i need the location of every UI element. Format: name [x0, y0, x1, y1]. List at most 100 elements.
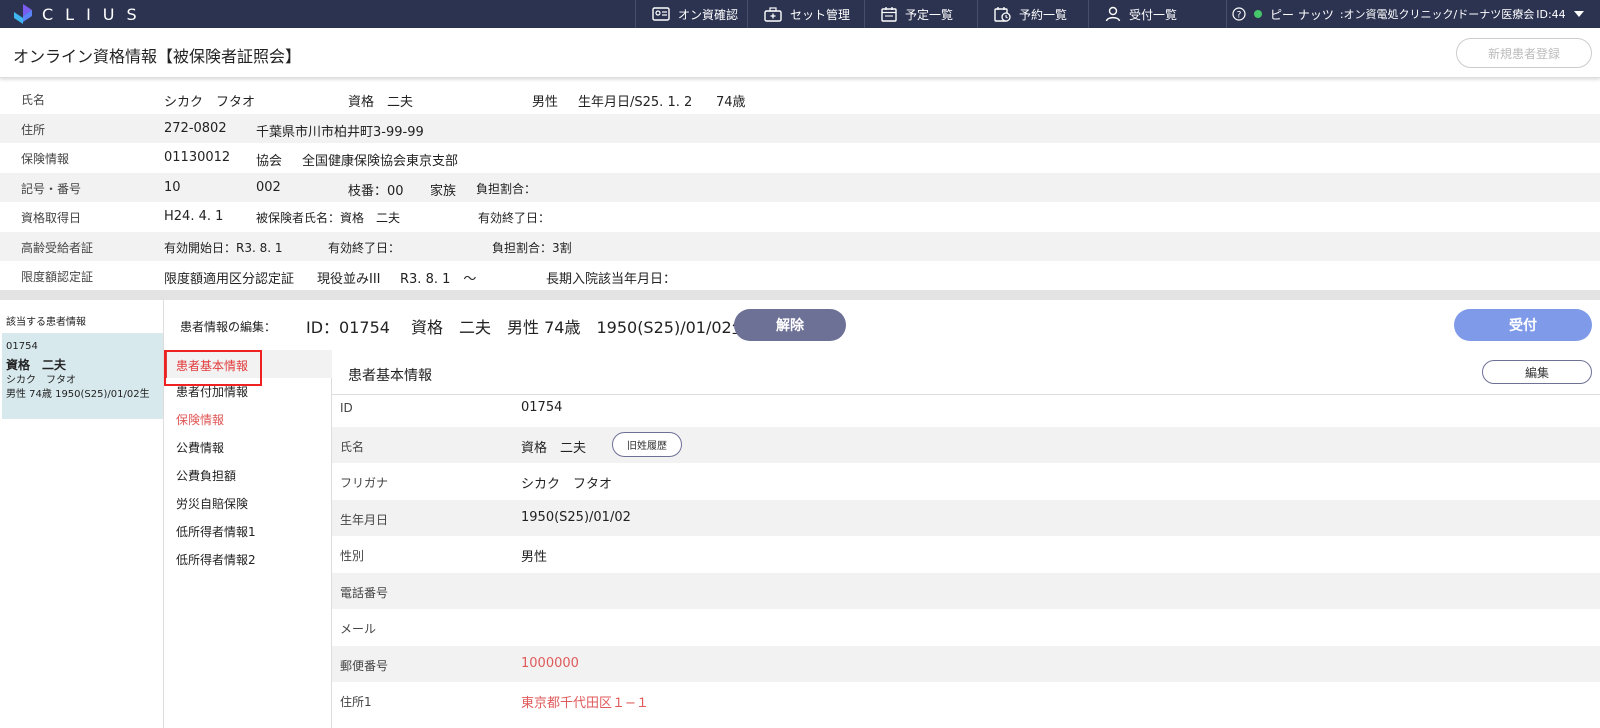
id-card-icon [652, 7, 670, 21]
nav-set-management-label: セット管理 [790, 7, 851, 22]
app-logo[interactable]: CLIUS [14, 4, 149, 24]
nav-set-management[interactable]: セット管理 [747, 0, 864, 28]
detail-value: 東京都千代田区１−１ [521, 696, 649, 711]
nav-reception-list-label: 受付一覧 [1129, 7, 1178, 22]
detail-row-mail: メール [332, 609, 1600, 646]
detail-row-id: ID 01754 [332, 390, 1600, 427]
info-relation: 家族 [430, 183, 457, 199]
info-elderly-start: 有効開始日：R3. 8. 1 [164, 240, 283, 255]
detail-key: 郵便番号 [340, 658, 389, 673]
old-name-history-button[interactable]: 旧姓履歴 [612, 431, 682, 457]
submenu-insurance-info[interactable]: 保険情報 [176, 411, 224, 428]
info-number: 002 [256, 179, 281, 195]
title-bar: オンライン資格情報【被保険者証照会】 新規患者登録 [0, 28, 1600, 78]
section-divider [0, 290, 1600, 300]
info-branch: 枝番：00 [348, 183, 404, 199]
submenu-public-burden[interactable]: 公費負担額 [176, 467, 236, 484]
detail-row-kana: フリガナ シカク フタオ [332, 463, 1600, 500]
info-valid-end: 有効終了日： [478, 211, 551, 225]
detail-value: 01754 [521, 400, 563, 415]
detail-key: 住所1 [340, 695, 372, 709]
patient-submenu: 患者基本情報 患者付加情報 保険情報 公費情報 公費負担額 労災自賠保険 低所得… [164, 350, 332, 728]
info-insurer-type: 協会 [256, 154, 283, 169]
edit-patient-summary: ID：01754 資格 二夫 男性 74歳 1950(S25)/01/02生 [306, 318, 748, 337]
nav-reception-list[interactable]: 受付一覧 [1088, 0, 1226, 28]
user-id: ID:44 [1536, 7, 1566, 21]
online-info-table: 氏名 シカク フタオ 資格 二夫 男性 生年月日/S25. 1. 2 74歳 住… [0, 84, 1600, 291]
info-label-acquired: 資格取得日 [21, 211, 82, 225]
info-row-name: 氏名 シカク フタオ 資格 二夫 男性 生年月日/S25. 1. 2 74歳 [0, 84, 1600, 114]
detail-key: 生年月日 [340, 512, 389, 527]
chevron-down-icon[interactable] [1573, 11, 1584, 17]
help-button[interactable]: ? [1226, 0, 1250, 28]
submenu-workers-comp[interactable]: 労災自賠保険 [176, 495, 248, 512]
detail-value: 資格 二夫 [521, 440, 587, 456]
info-row-elderly: 高齢受給者証 有効開始日：R3. 8. 1 有効終了日： 負担割合：3割 [0, 231, 1600, 261]
info-row-insurance: 保険情報 01130012 協会 全国健康保険協会東京支部 [0, 143, 1600, 173]
edit-button[interactable]: 編集 [1482, 360, 1592, 384]
detail-value: 1950(S25)/01/02 [521, 509, 631, 525]
patient-basic-info-panel: 患者基本情報 編集 ID 01754 氏名 資格 二夫 旧姓履歴 フリガナ シカ… [332, 350, 1600, 728]
user-menu[interactable]: ピー ナッツ :オン資電処クリニック/ドーナツ医療会 ID:44 [1250, 0, 1584, 28]
patient-card-id: 01754 [6, 341, 38, 352]
patient-card-desc: 男性 74歳 1950(S25)/01/02生 [6, 389, 150, 400]
user-org: :オン資電処クリニック/ドーナツ医療会 [1339, 8, 1535, 21]
info-row-symbol: 記号・番号 10 002 枝番：00 家族 負担割合： [0, 172, 1600, 202]
user-name: ピー ナッツ [1270, 7, 1334, 22]
info-acquired-date: H24. 4. 1 [164, 209, 224, 224]
info-kana: シカク フタオ [164, 95, 256, 110]
detail-title: 患者基本情報 [348, 368, 432, 384]
submenu-low-income-1[interactable]: 低所得者情報1 [176, 523, 256, 540]
user-icon [1105, 6, 1121, 22]
matching-patients-panel: 該当する患者情報 01754 資格 二夫 シカク フタオ 男性 74歳 1950… [0, 300, 164, 728]
detail-header: 患者基本情報 編集 [332, 350, 1600, 395]
info-burden: 負担割合： [476, 181, 537, 196]
patient-card-kana: シカク フタオ [6, 375, 76, 386]
detail-key: 電話番号 [340, 585, 389, 600]
detail-row-name: 氏名 資格 二夫 旧姓履歴 [332, 426, 1600, 463]
detail-row-phone: 電話番号 [332, 572, 1600, 609]
detail-key: 氏名 [340, 439, 365, 454]
page-title: オンライン資格情報【被保険者証照会】 [13, 47, 302, 66]
briefcase-icon [764, 6, 782, 22]
info-long-stay: 長期入院該当年月日： [546, 272, 677, 287]
info-symbol: 10 [164, 179, 181, 195]
highlight-box [164, 350, 262, 386]
info-label-name: 氏名 [21, 93, 46, 107]
info-age: 74歳 [716, 95, 746, 110]
info-limit-cert: 限度額適用区分認定証 [164, 272, 295, 287]
nav-online-check[interactable]: オン資確認 [635, 0, 747, 28]
nav-schedule-list[interactable]: 予定一覧 [864, 0, 977, 28]
nav-reservation-list[interactable]: 予約一覧 [977, 0, 1088, 28]
help-symbol: ? [1236, 11, 1241, 21]
info-label-address: 住所 [21, 122, 46, 137]
info-address: 千葉県市川市柏井町3-99-99 [256, 124, 424, 140]
info-label-insurance: 保険情報 [21, 152, 70, 166]
matching-patients-header: 該当する患者情報 [6, 317, 86, 328]
detail-value: 男性 [521, 550, 548, 565]
info-row-limit: 限度額認定証 限度額適用区分認定証 現役並みIII R3. 8. 1 ～ 長期入… [0, 261, 1600, 291]
info-insurer-name: 全国健康保険協会東京支部 [302, 154, 459, 169]
help-icon: ? [1231, 7, 1246, 21]
patient-card[interactable]: 01754 資格 二夫 シカク フタオ 男性 74歳 1950(S25)/01/… [2, 333, 163, 419]
detail-row-address1: 住所1 東京都千代田区１−１ [332, 682, 1600, 719]
edit-label: 患者情報の編集： [180, 320, 277, 334]
new-patient-button[interactable]: 新規患者登録 [1456, 38, 1592, 68]
info-insured-name: 被保険者氏名：資格 二夫 [256, 211, 401, 225]
online-status-indicator [1254, 10, 1262, 18]
nav-online-check-label: オン資確認 [678, 7, 739, 22]
accept-button[interactable]: 受付 [1454, 309, 1592, 341]
info-limit-class: 現役並みIII [317, 272, 381, 287]
detail-key: 性別 [340, 549, 365, 563]
top-nav: CLIUS オン資確認 セット管理 予定一覧 予約一覧 受付一覧 ? ピー ナッ… [0, 0, 1600, 28]
info-sex: 男性 [532, 95, 559, 110]
detail-key: メール [340, 622, 377, 636]
logo-mark-icon [14, 4, 32, 24]
info-label-limit: 限度額認定証 [21, 270, 94, 284]
submenu-low-income-2[interactable]: 低所得者情報2 [176, 551, 256, 568]
nav-reservation-list-label: 予約一覧 [1019, 7, 1068, 22]
info-label-symbol: 記号・番号 [21, 181, 82, 196]
patient-edit-header: 患者情報の編集： ID：01754 資格 二夫 男性 74歳 1950(S25)… [164, 300, 1600, 350]
submenu-public-expense[interactable]: 公費情報 [176, 439, 224, 456]
release-button[interactable]: 解除 [734, 309, 846, 341]
